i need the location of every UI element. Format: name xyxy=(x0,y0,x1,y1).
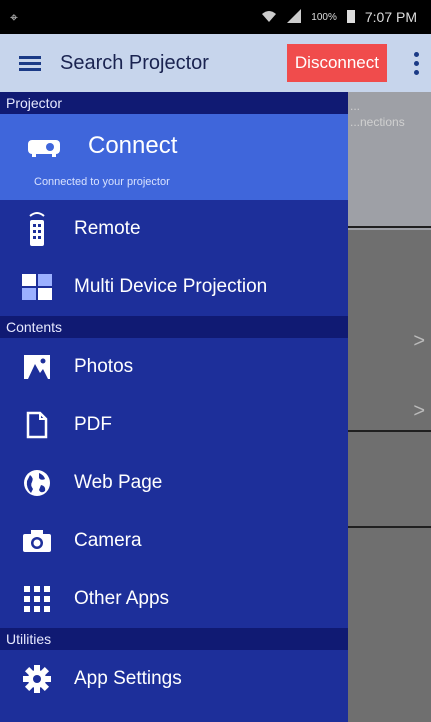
photos-icon xyxy=(0,355,74,379)
background-card: ... ...nections xyxy=(348,92,431,230)
drawer-item-pdf[interactable]: PDF xyxy=(0,396,348,454)
page-title: Search Projector xyxy=(60,51,209,74)
disconnect-button[interactable]: Disconnect xyxy=(286,44,387,82)
projector-icon xyxy=(28,138,60,158)
photos-label: Photos xyxy=(74,356,134,377)
overflow-menu-icon[interactable] xyxy=(401,50,431,77)
section-header-contents: Contents xyxy=(0,316,348,338)
section-header-utilities: Utilities xyxy=(0,628,348,650)
app-settings-label: App Settings xyxy=(74,668,182,689)
drawer-item-camera[interactable]: Camera xyxy=(0,512,348,570)
background-text: ... xyxy=(350,99,361,113)
pdf-label: PDF xyxy=(74,414,112,435)
drawer-item-web-page[interactable]: Web Page xyxy=(0,454,348,512)
drawer-item-photos[interactable]: Photos xyxy=(0,338,348,396)
multi-screen-icon xyxy=(0,274,74,300)
battery-icon xyxy=(346,9,355,26)
connect-label: Connect xyxy=(88,132,178,159)
battery-percent: 100% xyxy=(311,11,337,23)
drawer-item-other-apps[interactable]: Other Apps xyxy=(0,570,348,628)
background-content: ... ...nections > > xyxy=(348,92,431,722)
background-text: ...nections xyxy=(350,115,405,129)
navigation-drawer: Projector Connect Connected to your proj… xyxy=(0,92,348,722)
usb-icon: ⌖ xyxy=(10,8,18,25)
app-bar: Search Projector Disconnect xyxy=(0,34,431,92)
chevron-right-icon: > xyxy=(413,330,425,352)
apps-grid-icon xyxy=(0,586,74,612)
clock: 7:07 PM xyxy=(364,9,417,25)
menu-icon[interactable] xyxy=(0,53,60,74)
gear-icon xyxy=(0,665,74,693)
web-page-label: Web Page xyxy=(74,472,163,493)
multi-device-label: Multi Device Projection xyxy=(74,276,268,297)
other-apps-label: Other Apps xyxy=(74,588,170,609)
connection-status: Connected to your projector xyxy=(34,176,170,188)
remote-label: Remote xyxy=(74,218,141,239)
camera-icon xyxy=(0,530,74,552)
chevron-right-icon: > xyxy=(413,400,425,422)
remote-icon xyxy=(0,211,74,247)
drawer-item-connect[interactable]: Connect Connected to your projector xyxy=(0,114,348,200)
drawer-item-app-settings[interactable]: App Settings xyxy=(0,650,348,708)
status-icons: 100% 7:07 PM xyxy=(261,8,417,26)
divider xyxy=(348,526,431,528)
section-header-projector: Projector xyxy=(0,92,348,114)
document-icon xyxy=(0,411,74,439)
wifi-icon xyxy=(261,9,277,26)
drawer-item-remote[interactable]: Remote xyxy=(0,200,348,258)
camera-label: Camera xyxy=(74,530,142,551)
drawer-item-multi-device-projection[interactable]: Multi Device Projection xyxy=(0,258,348,316)
signal-icon xyxy=(287,8,302,26)
divider xyxy=(348,226,431,228)
divider xyxy=(348,430,431,432)
globe-icon xyxy=(0,469,74,497)
status-bar: ⌖ 100% 7:07 PM xyxy=(0,0,431,34)
